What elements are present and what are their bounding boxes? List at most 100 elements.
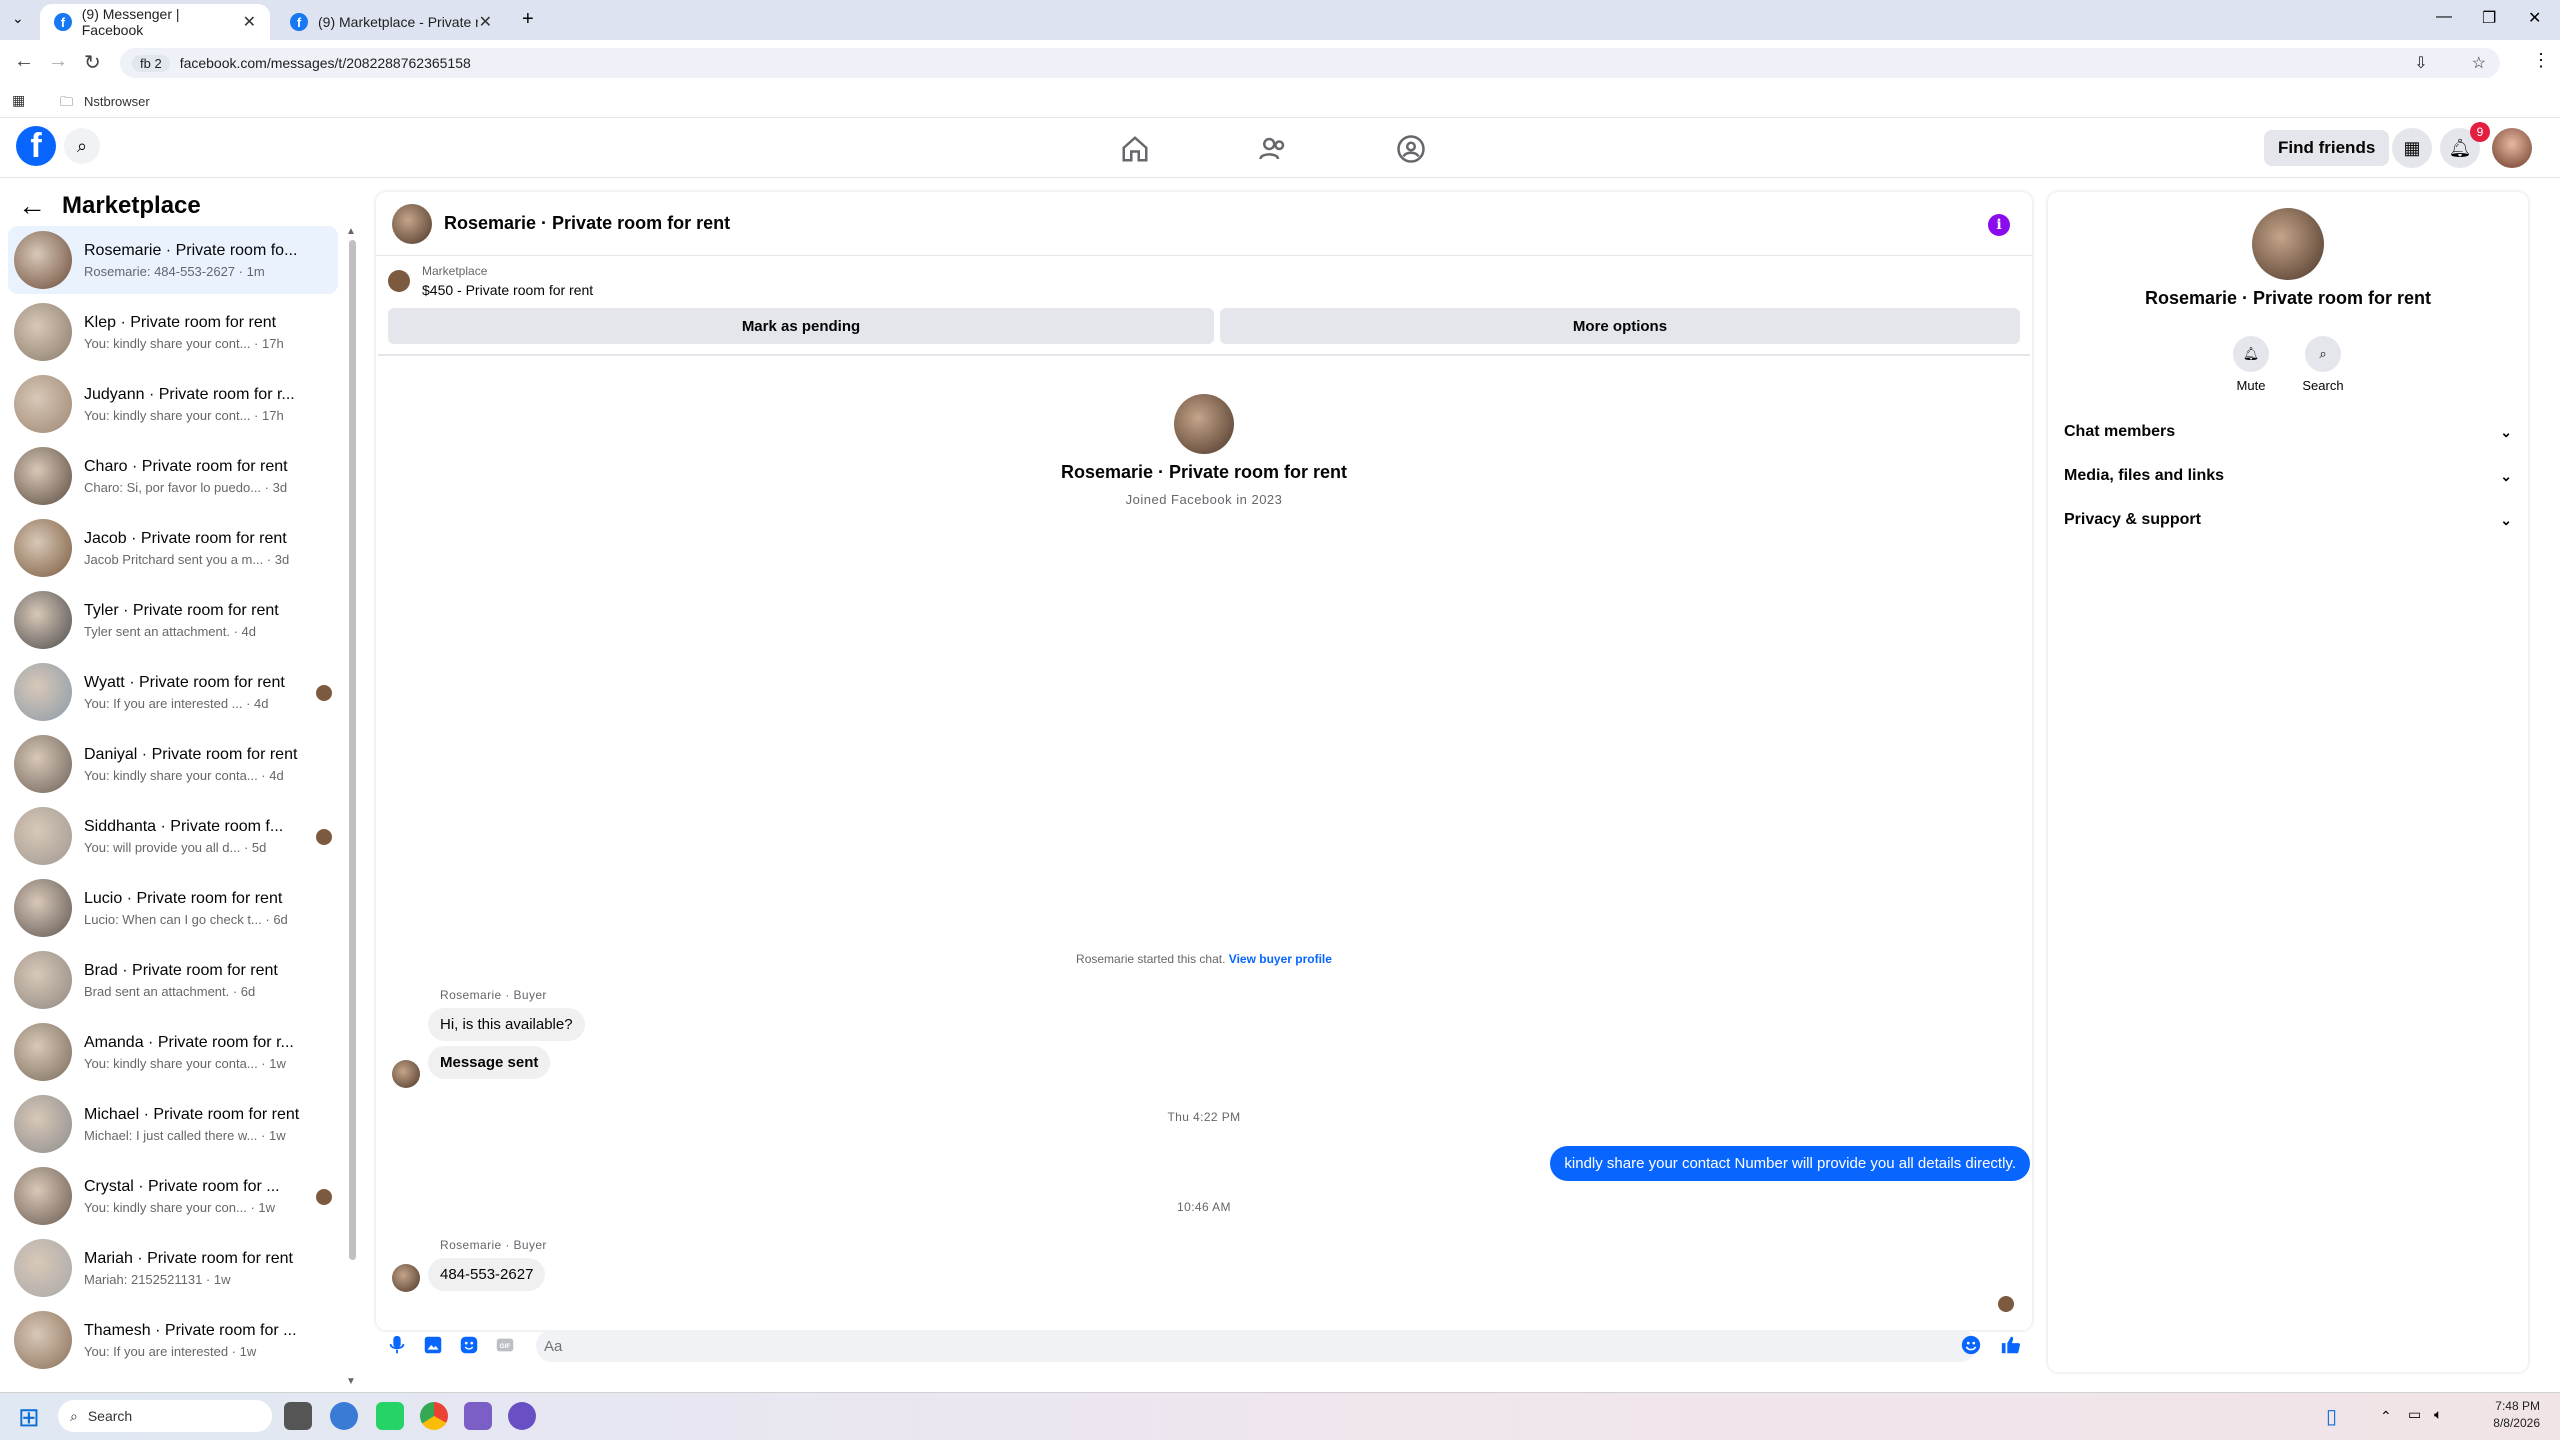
- browser-menu-icon[interactable]: ⋮: [2532, 50, 2550, 71]
- conversation-avatar: [14, 231, 72, 289]
- conversation-item[interactable]: Jacob · Private room for rent Jacob Pritc…: [8, 514, 338, 582]
- start-windows-icon[interactable]: ⊞: [18, 1402, 40, 1433]
- apps-grid-icon[interactable]: ▦: [12, 92, 25, 109]
- forward-icon[interactable]: →: [48, 50, 68, 73]
- accordion-chat-members[interactable]: Chat members ⌄: [2064, 412, 2512, 452]
- network-icon[interactable]: ▭: [2408, 1406, 2421, 1423]
- scroll-down-icon[interactable]: ▼: [346, 1376, 356, 1387]
- conversation-item[interactable]: Mariah · Private room for rent Mariah: 21…: [8, 1234, 338, 1302]
- chevron-down-icon: ⌄: [2500, 511, 2512, 528]
- search-conversation-button[interactable]: ⌕ Search: [2283, 336, 2363, 393]
- app-icon[interactable]: [464, 1402, 492, 1430]
- conversation-item[interactable]: Judyann · Private room for r... You: kind…: [8, 370, 338, 438]
- close-window-icon[interactable]: ✕: [2528, 8, 2541, 28]
- conversation-title: Judyann · Private room for r...: [84, 385, 295, 403]
- file-explorer-icon[interactable]: [284, 1402, 312, 1430]
- conversation-item[interactable]: Klep · Private room for rent You: kindly …: [8, 298, 338, 366]
- home-icon[interactable]: [1120, 134, 1150, 164]
- conversation-item[interactable]: Daniyal · Private room for rent You: kind…: [8, 730, 338, 798]
- back-icon[interactable]: ←: [14, 50, 34, 73]
- chrome-icon[interactable]: [420, 1402, 448, 1430]
- sender-avatar[interactable]: [392, 1060, 420, 1088]
- widget-icon[interactable]: ▯: [2326, 1404, 2337, 1429]
- conversation-item[interactable]: Thamesh · Private room for ... You: If yo…: [8, 1306, 338, 1374]
- bookmark-star-icon[interactable]: ☆: [2472, 53, 2486, 73]
- minimize-icon[interactable]: —: [2436, 8, 2452, 26]
- like-thumb-icon[interactable]: [2000, 1334, 2022, 1356]
- find-friends-button[interactable]: Find friends: [2264, 130, 2390, 166]
- chat-title[interactable]: Rosemarie · Private room for rent: [444, 213, 730, 234]
- clock-time: 7:48 PM: [2495, 1399, 2540, 1413]
- message-bubble[interactable]: 484-553-2627: [428, 1258, 546, 1291]
- sticker-icon[interactable]: [458, 1334, 480, 1356]
- emoji-icon[interactable]: [1960, 1334, 1982, 1356]
- listing-info[interactable]: Marketplace $450 - Private room for rent: [422, 264, 593, 298]
- microphone-icon[interactable]: [386, 1334, 408, 1356]
- back-arrow-icon[interactable]: ←: [18, 190, 46, 222]
- url-omnibox[interactable]: fb 2 facebook.com/messages/t/20822887623…: [120, 48, 2500, 78]
- mute-button[interactable]: 🔔︎ Mute: [2211, 336, 2291, 393]
- facebook-logo-icon[interactable]: f: [16, 126, 56, 166]
- conversation-item[interactable]: Siddhanta · Private room f... You: will p…: [8, 802, 338, 870]
- tab-marketplace[interactable]: f (9) Marketplace - Private room ✕: [276, 4, 506, 40]
- listing-thumbnail[interactable]: [388, 270, 410, 292]
- outgoing-message-bubble[interactable]: kindly share your contact Number will pr…: [1550, 1146, 2030, 1181]
- sidebar-scrollbar[interactable]: [349, 240, 356, 1260]
- chat-avatar[interactable]: [392, 203, 432, 244]
- mark-as-pending-button[interactable]: Mark as pending: [388, 308, 1214, 344]
- friends-icon[interactable]: [1258, 134, 1288, 164]
- listing-price: $450 - Private room for rent: [422, 282, 594, 298]
- message-input[interactable]: [536, 1330, 1976, 1362]
- conversation-item[interactable]: Brad · Private room for rent Brad sent an…: [8, 946, 338, 1014]
- conversation-item[interactable]: Wyatt · Private room for rent You: If you…: [8, 658, 338, 726]
- tab-messenger[interactable]: f (9) Messenger | Facebook ✕: [40, 4, 270, 40]
- groups-icon[interactable]: [1396, 134, 1426, 164]
- search-icon[interactable]: ⌕: [64, 128, 100, 164]
- conversation-preview: Brad sent an attachment. · 6d: [84, 983, 256, 999]
- url-text[interactable]: facebook.com/messages/t/2082288762365158: [180, 55, 471, 71]
- nstbrowser-icon[interactable]: [508, 1402, 536, 1430]
- menu-grid-icon[interactable]: ▦: [2392, 128, 2432, 168]
- view-buyer-profile-link[interactable]: View buyer profile: [1229, 952, 1332, 966]
- more-options-button[interactable]: More options: [1220, 308, 2020, 344]
- profile-chip[interactable]: fb 2: [132, 54, 170, 72]
- taskbar-search[interactable]: ⌕ Search: [58, 1400, 272, 1432]
- conversation-item[interactable]: Charo · Private room for rent Charo: Si, …: [8, 442, 338, 510]
- conversation-item[interactable]: Amanda · Private room for r... You: kindl…: [8, 1018, 338, 1086]
- system-clock[interactable]: 7:48 PM 8/8/2026: [2460, 1398, 2540, 1432]
- conversation-info-icon[interactable]: i: [1988, 214, 2010, 236]
- new-tab-icon[interactable]: +: [522, 8, 534, 31]
- bookmark-folder-nstbrowser[interactable]: Nstbrowser: [84, 94, 150, 109]
- close-tab-icon[interactable]: ✕: [479, 12, 492, 32]
- scroll-up-icon[interactable]: ▲: [346, 226, 356, 237]
- sender-avatar[interactable]: [392, 1264, 420, 1292]
- intro-avatar[interactable]: [1174, 394, 1234, 454]
- tray-chevron-icon[interactable]: ⌃: [2380, 1408, 2392, 1425]
- conversation-item[interactable]: Lucio · Private room for rent Lucio: When…: [8, 874, 338, 942]
- search-icon: ⌕: [2305, 336, 2341, 372]
- details-avatar[interactable]: [2252, 208, 2324, 280]
- conversation-item[interactable]: Crystal · Private room for ... You: kindl…: [8, 1162, 338, 1230]
- account-avatar[interactable]: [2492, 128, 2532, 168]
- conversation-avatar: [14, 591, 72, 649]
- message-bubble[interactable]: Message sent: [428, 1046, 551, 1079]
- conversation-title: Mariah · Private room for rent: [84, 1249, 293, 1267]
- photo-icon[interactable]: [422, 1334, 444, 1356]
- conversation-preview: Charo: Si, por favor lo puedo... · 3d: [84, 479, 288, 495]
- reload-icon[interactable]: ↻: [84, 50, 101, 75]
- conversation-preview: You: If you are interested · 1w: [84, 1343, 257, 1359]
- volume-icon[interactable]: 🔈︎: [2434, 1406, 2442, 1423]
- conversation-item[interactable]: Michael · Private room for rent Michael: …: [8, 1090, 338, 1158]
- message-bubble[interactable]: Hi, is this available?: [428, 1008, 585, 1041]
- conversation-item[interactable]: Rosemarie · Private room fo... Rosemarie:…: [8, 226, 338, 294]
- tab-search-icon[interactable]: ⌄: [12, 10, 24, 27]
- accordion-privacy-support[interactable]: Privacy & support ⌄: [2064, 500, 2512, 540]
- close-tab-icon[interactable]: ✕: [243, 12, 256, 32]
- whatsapp-icon[interactable]: [376, 1402, 404, 1430]
- accordion-media-files-links[interactable]: Media, files and links ⌄: [2064, 456, 2512, 496]
- restore-icon[interactable]: ❐: [2482, 8, 2496, 28]
- browser-icon[interactable]: [330, 1402, 358, 1430]
- install-app-icon[interactable]: ⇩: [2414, 53, 2427, 73]
- gif-icon[interactable]: GIF: [494, 1334, 516, 1356]
- conversation-item[interactable]: Tyler · Private room for rent Tyler sent …: [8, 586, 338, 654]
